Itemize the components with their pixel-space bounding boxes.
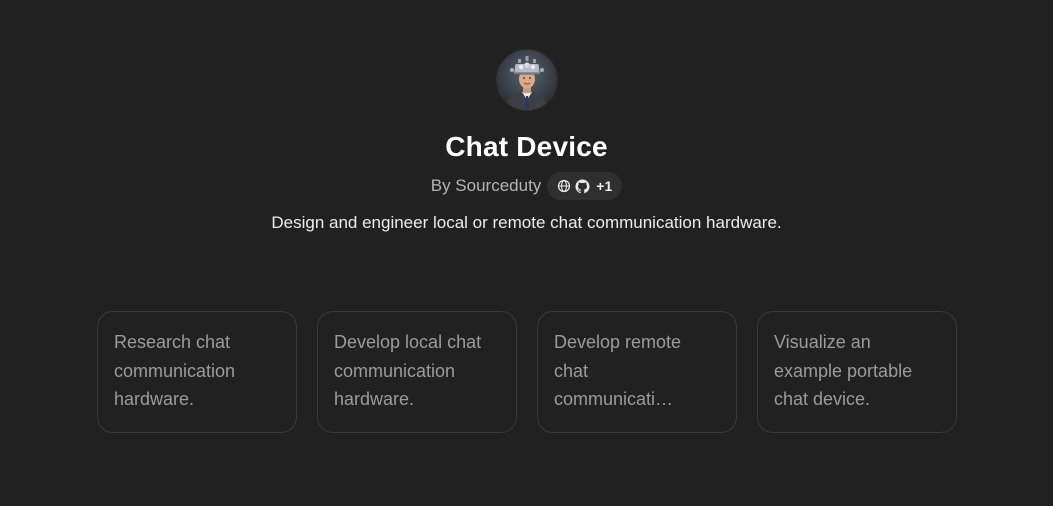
gpt-header: Chat Device By Sourceduty +1 Design and … — [0, 50, 1053, 235]
starter-text: Develop local chat communication hardwar… — [334, 332, 482, 409]
extra-links-count: +1 — [596, 178, 613, 194]
starter-card-develop-remote[interactable]: Develop remote chat communication hardwa… — [537, 311, 737, 433]
gpt-title: Chat Device — [445, 131, 608, 162]
globe-icon — [557, 179, 571, 193]
robot-helmet-avatar-icon — [496, 50, 557, 110]
author-name: By Sourceduty — [430, 176, 542, 195]
github-icon — [575, 178, 590, 194]
author-links-badge[interactable]: +1 — [547, 172, 623, 200]
starter-card-visualize[interactable]: Visualize an example portable chat devic… — [757, 311, 957, 433]
starter-card-research[interactable]: Research chat communication hardware. — [97, 311, 297, 433]
starter-text: Visualize an example portable chat devic… — [774, 332, 913, 409]
starter-text: Develop remote chat communication hardwa… — [554, 332, 682, 409]
starter-text: Research chat communication hardware. — [114, 332, 236, 409]
gpt-description: Design and engineer local or remote chat… — [271, 213, 782, 232]
gpt-byline: By Sourceduty +1 — [431, 172, 623, 200]
gpt-avatar — [496, 50, 557, 110]
conversation-starters: Research chat communication hardware. De… — [97, 311, 957, 433]
starter-card-develop-local[interactable]: Develop local chat communication hardwar… — [317, 311, 517, 433]
